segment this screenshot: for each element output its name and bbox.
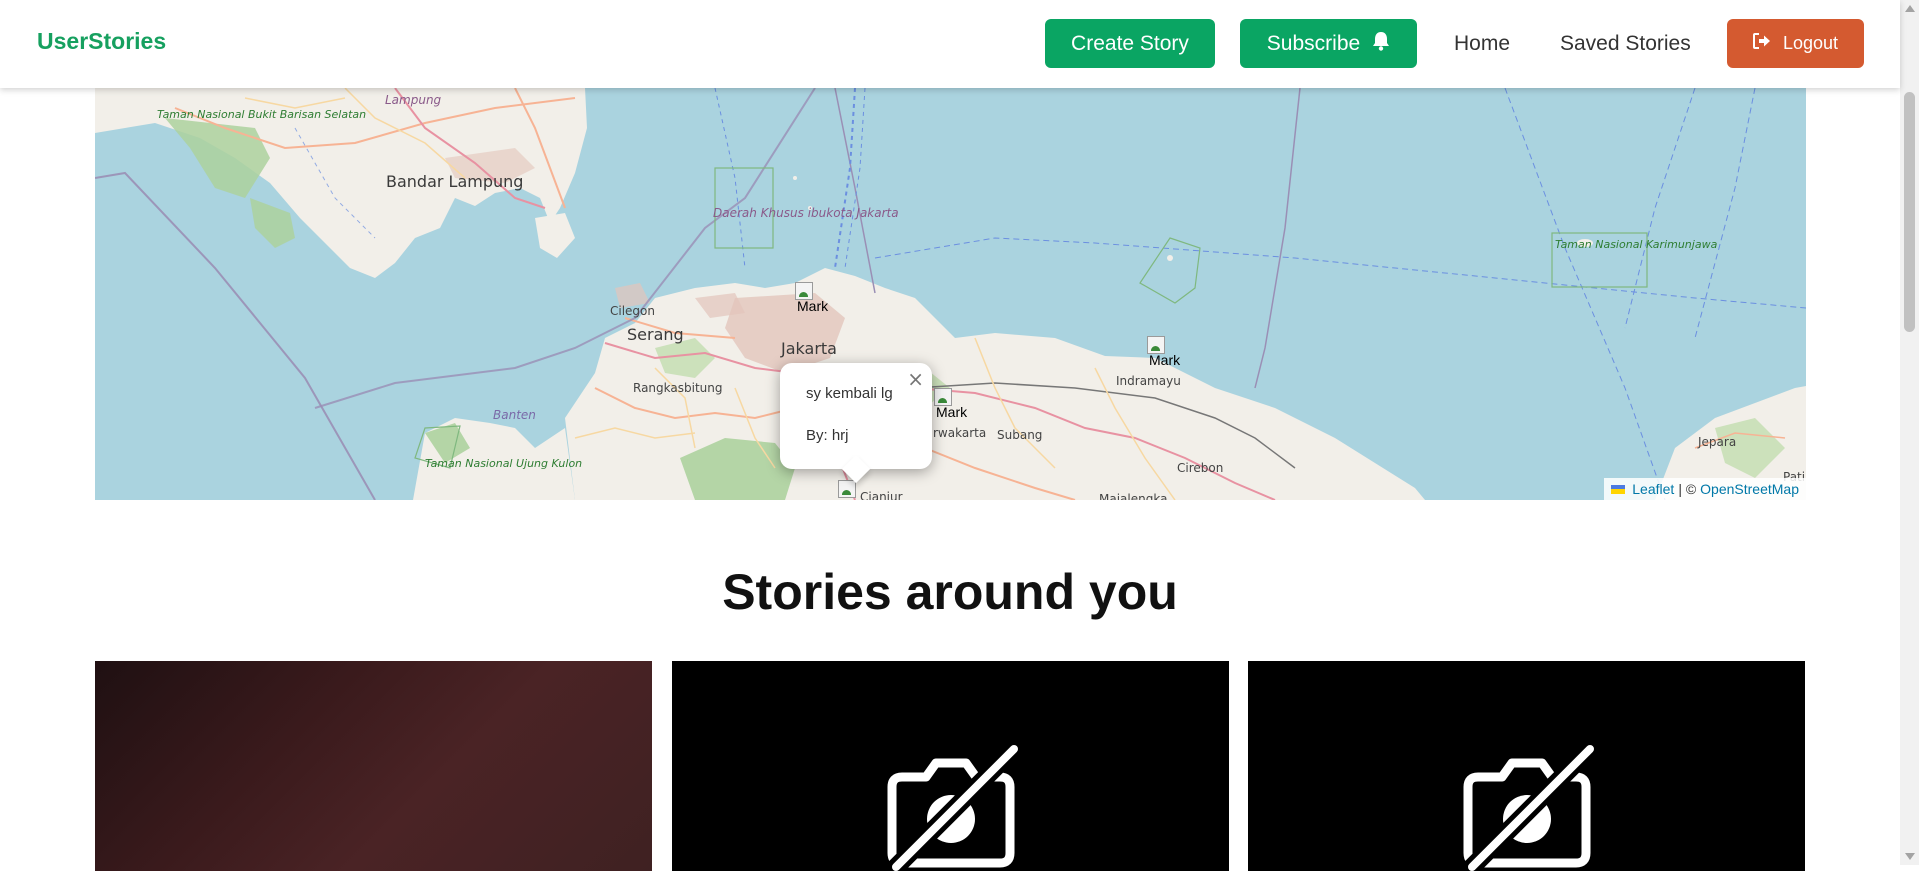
marker-alt-text: Mark bbox=[797, 298, 829, 314]
stories-section-title: Stories around you bbox=[722, 564, 1178, 620]
story-card[interactable] bbox=[672, 661, 1229, 871]
map-label-jakarta: Jakarta bbox=[781, 339, 837, 358]
sign-out-icon bbox=[1752, 33, 1771, 54]
story-card-image bbox=[95, 661, 652, 871]
marker-alt-text: Mark bbox=[1149, 352, 1181, 368]
map-label-subang: Subang bbox=[997, 428, 1043, 442]
story-marker[interactable]: Mark bbox=[934, 388, 968, 428]
story-marker[interactable] bbox=[838, 480, 868, 500]
camera-off-icon bbox=[882, 742, 1021, 871]
attribution-separator: | © bbox=[1678, 481, 1697, 497]
logout-label: Logout bbox=[1782, 33, 1839, 53]
map-label-bandar-lampung: Bandar Lampung bbox=[386, 172, 524, 191]
camera-off-icon bbox=[1458, 742, 1597, 871]
logout-button[interactable]: Logout bbox=[1727, 19, 1864, 68]
subscribe-button[interactable]: Subscribe bbox=[1240, 19, 1417, 68]
map-label-indramayu: Indramayu bbox=[1116, 374, 1181, 388]
map-label-park-karimunjawa: Taman Nasional Karimunjawa bbox=[1555, 238, 1718, 251]
scroll-down-arrow-icon[interactable] bbox=[1905, 853, 1915, 860]
bell-icon bbox=[1372, 31, 1390, 57]
broken-image-icon bbox=[838, 480, 856, 498]
map-label-serang: Serang bbox=[627, 325, 684, 344]
map-label-cilegon: Cilegon bbox=[610, 304, 655, 318]
map-label-cirebon: Cirebon bbox=[1177, 461, 1224, 475]
story-card[interactable] bbox=[1248, 661, 1805, 871]
story-marker[interactable]: Mark bbox=[795, 282, 829, 322]
page-scrollbar[interactable] bbox=[1900, 0, 1919, 865]
map-label-banten: Banten bbox=[493, 408, 536, 422]
map-label-lampung: Lampung bbox=[385, 93, 442, 107]
scroll-up-arrow-icon[interactable] bbox=[1905, 5, 1915, 12]
map-label-majalengka: Majalengka bbox=[1099, 492, 1168, 500]
ukraine-flag-icon bbox=[1611, 484, 1626, 494]
story-marker[interactable]: Mark bbox=[1147, 336, 1181, 376]
openstreetmap-link[interactable]: OpenStreetMap bbox=[1700, 481, 1799, 497]
subscribe-label: Subscribe bbox=[1266, 31, 1361, 55]
map-label-park-bukit-barisan: Taman Nasional Bukit Barisan Selatan bbox=[157, 108, 366, 121]
map-label-purwakarta: rwakarta bbox=[933, 426, 987, 440]
marker-alt-text: Mark bbox=[936, 404, 968, 420]
leaflet-link[interactable]: Leaflet bbox=[1632, 481, 1674, 497]
map-label-jepara: Jepara bbox=[1698, 435, 1737, 449]
map-label-rangkasbitung: Rangkasbitung bbox=[633, 381, 723, 395]
popup-close-icon[interactable]: × bbox=[907, 367, 924, 391]
top-navbar: UserStories Create Story Subscribe Home … bbox=[0, 0, 1900, 88]
popup-story-author: By: hrj bbox=[806, 427, 849, 444]
nav-saved-stories-link[interactable]: Saved Stories bbox=[1560, 32, 1691, 56]
map-attribution: Leaflet | © OpenStreetMap bbox=[1604, 478, 1806, 500]
popup-story-title: sy kembali lg bbox=[806, 385, 893, 402]
story-map[interactable]: Lampung Taman Nasional Bukit Barisan Sel… bbox=[95, 88, 1806, 500]
marker-popup: × sy kembali lg By: hrj bbox=[780, 363, 932, 469]
nav-home-link[interactable]: Home bbox=[1454, 32, 1510, 56]
map-label-park-ujung-kulon: Taman Nasional Ujung Kulon bbox=[425, 457, 582, 470]
create-story-button[interactable]: Create Story bbox=[1045, 19, 1215, 68]
map-label-dki-jakarta: Daerah Khusus ibukota Jakarta bbox=[713, 206, 899, 220]
story-card[interactable] bbox=[95, 661, 652, 871]
scrollbar-thumb[interactable] bbox=[1904, 92, 1915, 332]
brand-logo[interactable]: UserStories bbox=[37, 28, 166, 55]
